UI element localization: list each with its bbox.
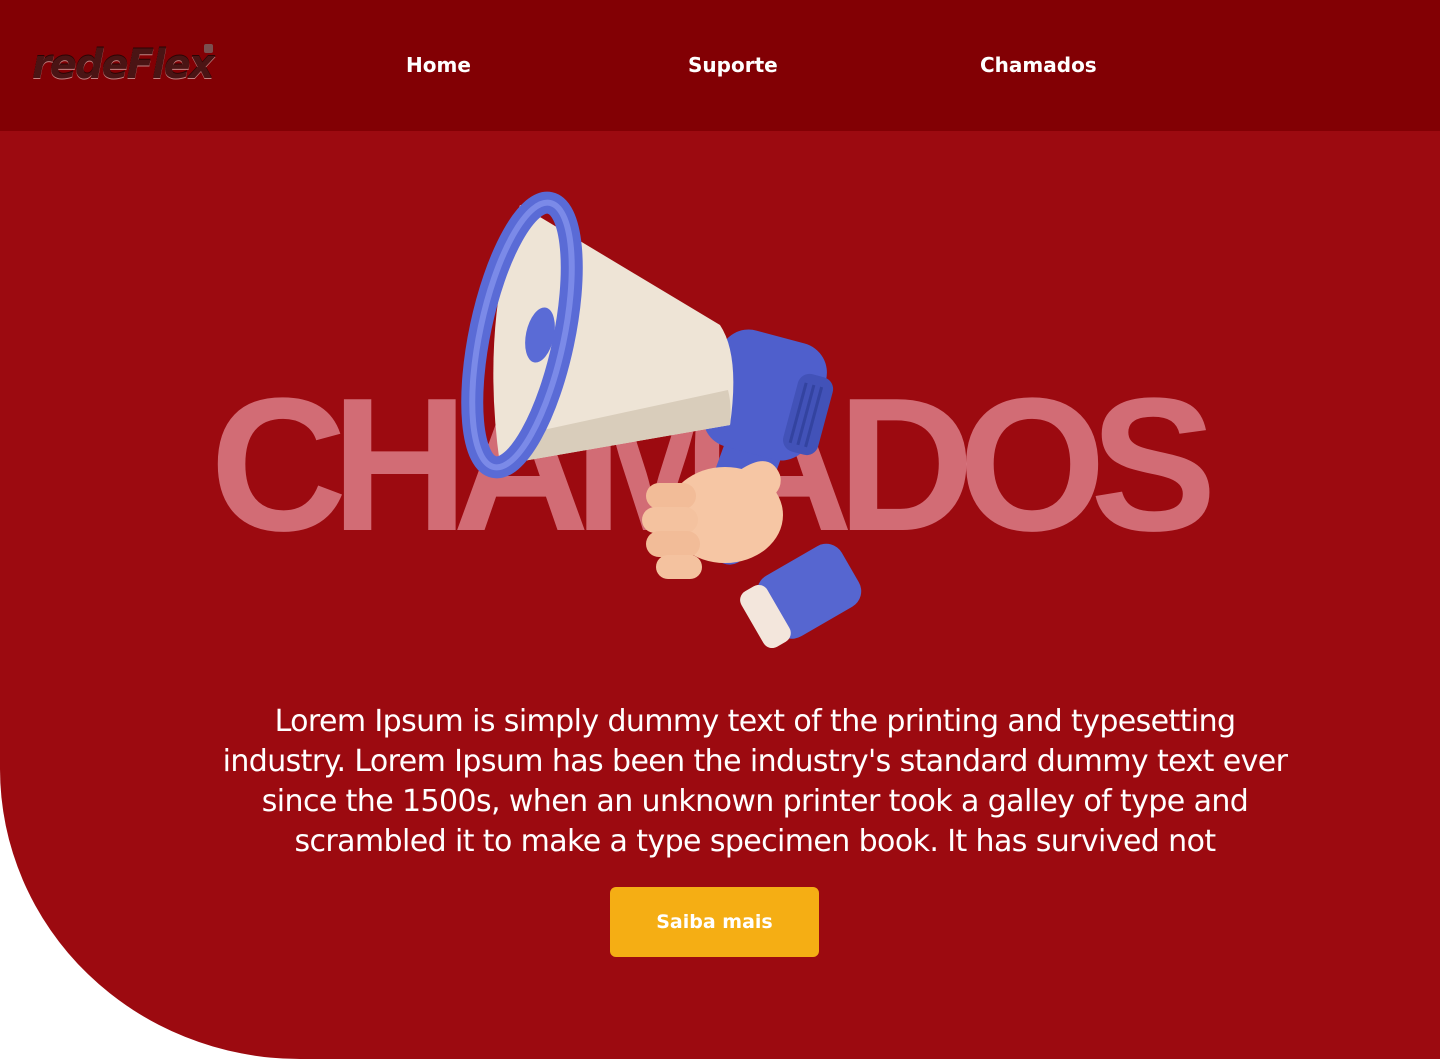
- brand-logo[interactable]: redeFlex: [32, 40, 222, 90]
- nav-link-suporte[interactable]: Suporte: [688, 52, 778, 78]
- megaphone-in-hand-icon: [461, 191, 862, 649]
- top-navbar: redeFlex Home Suporte Chamados: [0, 0, 1440, 131]
- saiba-mais-button[interactable]: Saiba mais: [610, 887, 819, 957]
- brand-logo-text: redeFlex: [32, 42, 215, 88]
- nav-link-chamados[interactable]: Chamados: [980, 52, 1097, 78]
- nav-link-home[interactable]: Home: [406, 52, 471, 78]
- hero-description: Lorem Ipsum is simply dummy text of the …: [222, 704, 1288, 859]
- registered-mark-icon: [204, 44, 213, 53]
